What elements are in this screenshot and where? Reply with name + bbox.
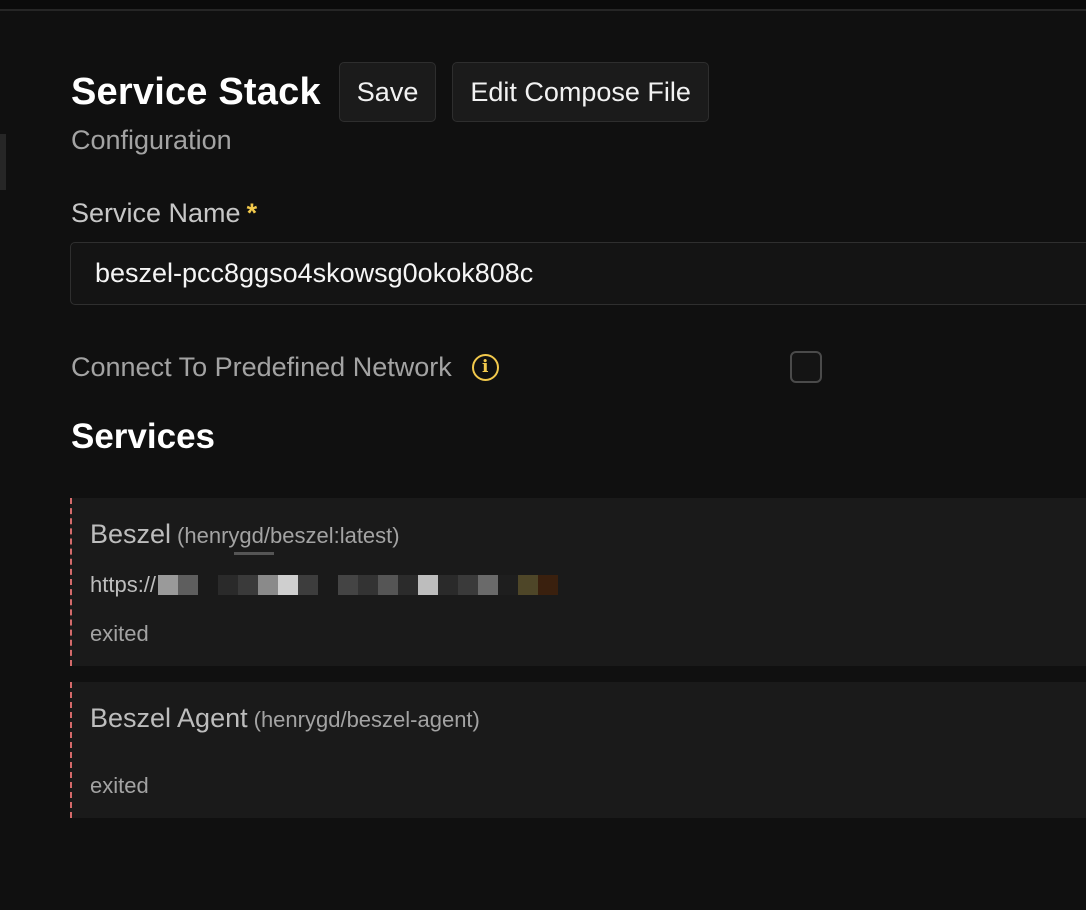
service-url[interactable]: https:// — [90, 572, 559, 598]
service-name-label-text: Service Name — [71, 198, 241, 228]
page-subtitle: Configuration — [71, 125, 232, 155]
edit-compose-file-button[interactable]: Edit Compose File — [452, 62, 709, 122]
network-option-label: Connect To Predefined Network — [71, 351, 452, 382]
top-bar — [0, 0, 1086, 11]
sidebar-collapse-handle[interactable] — [0, 134, 6, 190]
service-url-prefix: https:// — [90, 572, 157, 597]
network-option-row: Connect To Predefined Network i — [71, 344, 831, 390]
redaction-mark — [234, 552, 274, 555]
service-image: (henrygd/beszel-agent) — [253, 707, 480, 732]
service-status: exited — [90, 773, 149, 798]
service-name: Beszel — [90, 519, 172, 549]
connect-network-checkbox[interactable] — [790, 351, 822, 383]
page-title: Service Stack — [71, 70, 321, 113]
redacted-url-pixels — [158, 575, 559, 595]
page-header: Service Stack Save Edit Compose File — [71, 62, 709, 122]
service-image: (henrygd/beszel:latest) — [177, 523, 400, 548]
required-marker: * — [246, 198, 258, 228]
service-card-beszel[interactable]: Beszel (henrygd/beszel:latest) https:// e… — [70, 498, 1086, 666]
service-name-input[interactable] — [70, 242, 1086, 305]
info-icon[interactable]: i — [471, 353, 499, 381]
service-name: Beszel Agent — [90, 703, 248, 733]
service-name-label: Service Name * — [71, 198, 257, 229]
service-card-beszel-agent[interactable]: Beszel Agent (henrygd/beszel-agent) exite… — [70, 682, 1086, 818]
services-section-title: Services — [71, 417, 216, 456]
service-status: exited — [90, 621, 149, 646]
service-header: Beszel (henrygd/beszel:latest) — [90, 519, 400, 550]
save-button[interactable]: Save — [338, 62, 437, 122]
service-header: Beszel Agent (henrygd/beszel-agent) — [90, 703, 480, 734]
